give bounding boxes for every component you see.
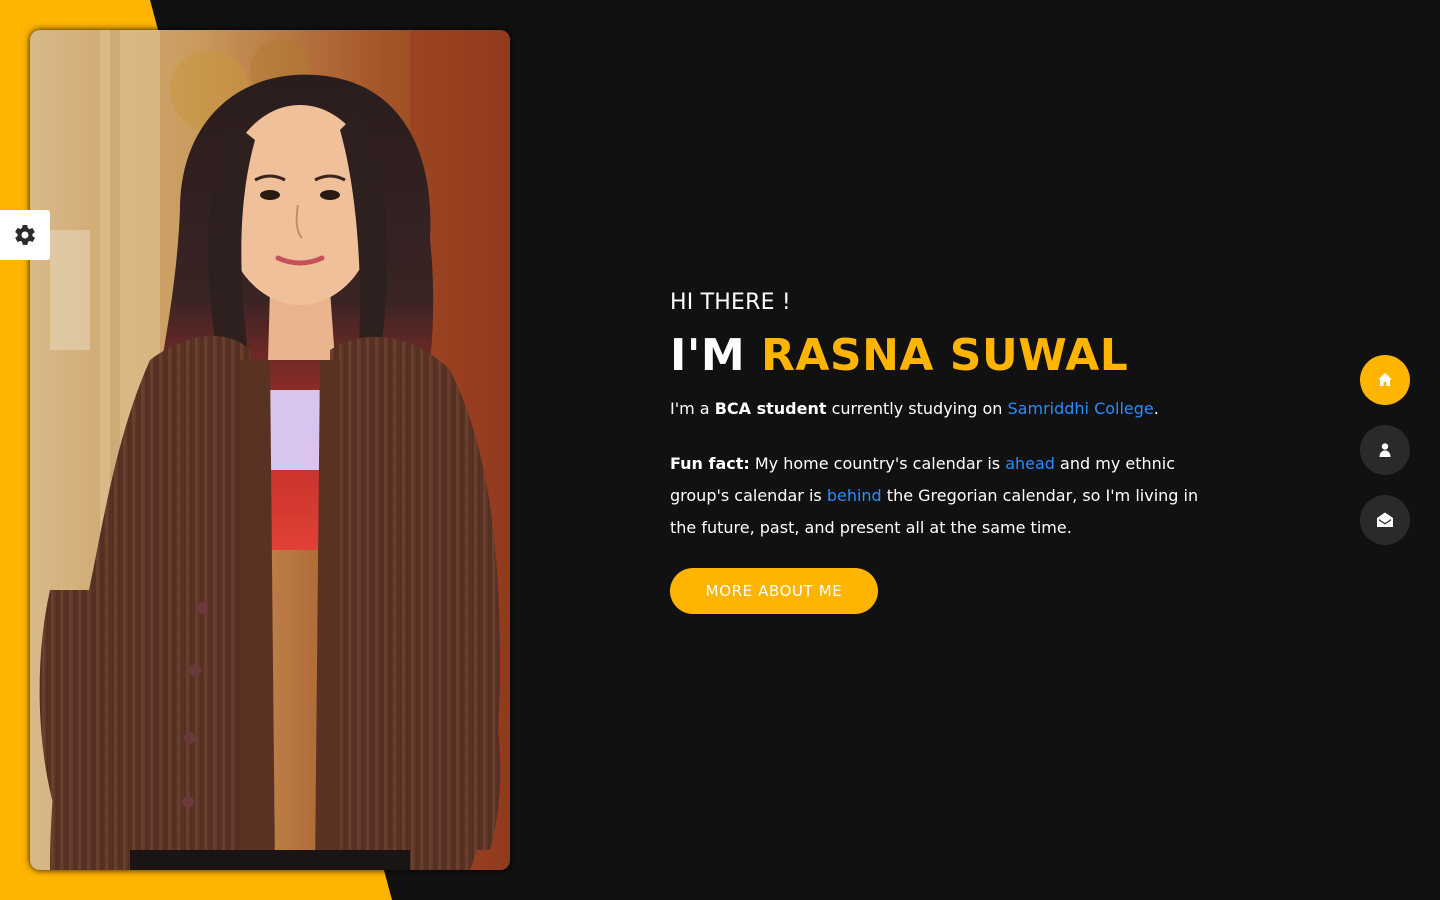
- intro-bold: BCA student: [714, 399, 827, 418]
- fun-fact-label: Fun fact:: [670, 454, 750, 473]
- envelope-open-icon: [1377, 512, 1393, 527]
- college-link[interactable]: Samriddhi College: [1008, 399, 1154, 418]
- fun-fact-part1: My home country's calendar is: [749, 454, 1006, 473]
- name-prefix: I'M: [670, 330, 761, 381]
- profile-photo: [30, 30, 510, 870]
- hero-heading: I'M RASNA SUWAL: [670, 331, 1230, 381]
- intro-text: I'm a BCA student currently studying on …: [670, 395, 1230, 423]
- greeting-text: HI THERE !: [670, 290, 791, 315]
- hero-content: HI THERE ! I'M RASNA SUWAL I'm a BCA stu…: [670, 287, 1230, 614]
- intro-part3: .: [1153, 399, 1159, 418]
- home-icon: [1378, 373, 1392, 386]
- portrait-photo-illustration: [30, 30, 510, 870]
- intro-part1: I'm a: [670, 399, 715, 418]
- ahead-link[interactable]: ahead: [1005, 454, 1055, 473]
- nav-about[interactable]: [1360, 425, 1410, 475]
- behind-link[interactable]: behind: [827, 486, 882, 505]
- user-icon: [1379, 443, 1391, 457]
- nav-home[interactable]: [1360, 355, 1410, 405]
- style-switcher-toggle[interactable]: [0, 210, 50, 260]
- person-name: RASNA SUWAL: [760, 330, 1129, 381]
- nav-contact[interactable]: [1360, 495, 1410, 545]
- intro-part2: currently studying on: [826, 399, 1008, 418]
- more-about-me-button[interactable]: MORE ABOUT ME: [670, 568, 878, 614]
- home-page: HI THERE ! I'M RASNA SUWAL I'm a BCA stu…: [0, 0, 1440, 900]
- side-navigation: [1360, 355, 1410, 565]
- fun-fact-text: Fun fact: My home country's calendar is …: [670, 448, 1210, 544]
- gear-icon: [15, 224, 35, 245]
